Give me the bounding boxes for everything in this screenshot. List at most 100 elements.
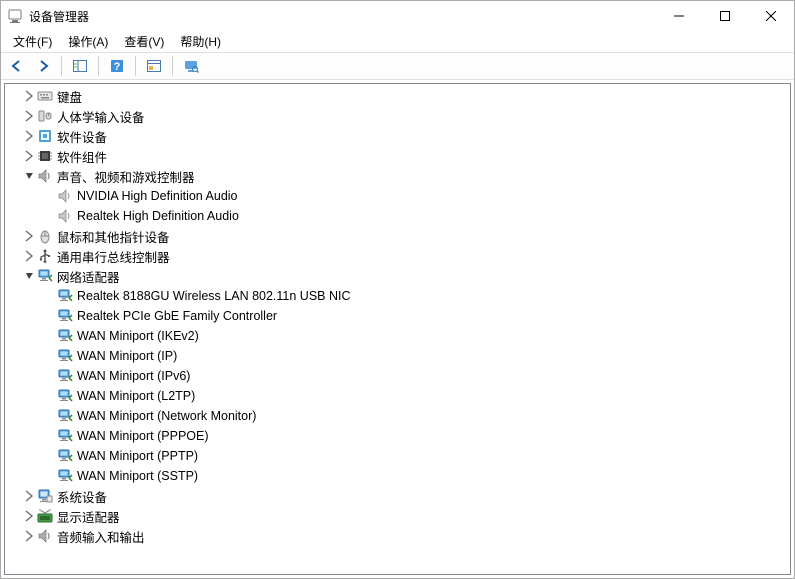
tree-node[interactable]: WAN Miniport (PPPOE) [5, 426, 790, 446]
tree-node[interactable]: NVIDIA High Definition Audio [5, 186, 790, 206]
tree-node[interactable]: 通用串行总线控制器 [5, 246, 790, 266]
expander-closed-icon[interactable] [23, 129, 37, 143]
network-icon [57, 468, 73, 484]
tree-node-label: 声音、视频和游戏控制器 [57, 167, 195, 186]
expander-closed-icon[interactable] [23, 249, 37, 263]
tree-node[interactable]: 鼠标和其他指针设备 [5, 226, 790, 246]
tree-node-label: Realtek PCIe GbE Family Controller [77, 309, 277, 323]
network-icon [57, 308, 73, 324]
toolbar-separator [172, 56, 173, 76]
menu-view[interactable]: 查看(V) [116, 31, 172, 52]
network-icon [57, 368, 73, 384]
tree-node-label: WAN Miniport (PPPOE) [77, 429, 209, 443]
expander-open-icon[interactable] [23, 169, 37, 183]
window-title: 设备管理器 [29, 8, 656, 25]
tree-node[interactable]: 人体学输入设备 [5, 106, 790, 126]
toolbar-separator [61, 56, 62, 76]
network-icon [57, 328, 73, 344]
tree-node[interactable]: 软件设备 [5, 126, 790, 146]
system-icon [37, 488, 53, 504]
toolbar-separator [135, 56, 136, 76]
device-tree[interactable]: 键盘人体学输入设备软件设备软件组件声音、视频和游戏控制器 NVIDIA High … [5, 84, 790, 574]
tree-node-label: 网络适配器 [57, 267, 120, 286]
tree-node[interactable]: 系统设备 [5, 486, 790, 506]
expander-closed-icon[interactable] [23, 109, 37, 123]
tree-node[interactable]: 显示适配器 [5, 506, 790, 526]
audio-io-icon [37, 528, 53, 544]
menu-help[interactable]: 帮助(H) [172, 31, 229, 52]
properties-button[interactable] [142, 55, 166, 77]
tree-node[interactable]: WAN Miniport (L2TP) [5, 386, 790, 406]
tree-node-label: WAN Miniport (IKEv2) [77, 329, 199, 343]
network-icon [57, 288, 73, 304]
network-icon [57, 388, 73, 404]
tree-node-label: Realtek High Definition Audio [77, 209, 239, 223]
tree-node[interactable]: 音频输入和输出 [5, 526, 790, 546]
show-hide-tree-button[interactable] [68, 55, 92, 77]
expander-closed-icon[interactable] [23, 229, 37, 243]
menu-action[interactable]: 操作(A) [60, 31, 116, 52]
tree-node[interactable]: 软件组件 [5, 146, 790, 166]
minimize-button[interactable] [656, 1, 702, 31]
component-icon [37, 148, 53, 164]
toolbar: ? [1, 52, 794, 80]
tree-node-label: WAN Miniport (PPTP) [77, 449, 198, 463]
software-icon [37, 128, 53, 144]
hid-icon [37, 108, 53, 124]
tree-node[interactable]: WAN Miniport (IP) [5, 346, 790, 366]
close-button[interactable] [748, 1, 794, 31]
tree-node[interactable]: Realtek High Definition Audio [5, 206, 790, 226]
network-icon [57, 348, 73, 364]
network-icon [37, 268, 53, 284]
tree-node-label: 音频输入和输出 [57, 527, 145, 546]
tree-node[interactable]: WAN Miniport (IKEv2) [5, 326, 790, 346]
tree-node[interactable]: 网络适配器 [5, 266, 790, 286]
window-controls [656, 1, 794, 31]
content-area: 键盘人体学输入设备软件设备软件组件声音、视频和游戏控制器 NVIDIA High … [4, 83, 791, 575]
toolbar-separator [98, 56, 99, 76]
titlebar: 设备管理器 [1, 1, 794, 31]
speaker-icon [57, 208, 73, 224]
tree-node-label: WAN Miniport (IPv6) [77, 369, 190, 383]
tree-node[interactable]: Realtek PCIe GbE Family Controller [5, 306, 790, 326]
tree-node-label: 软件设备 [57, 127, 107, 146]
tree-node-label: 软件组件 [57, 147, 107, 166]
menu-file[interactable]: 文件(F) [5, 31, 60, 52]
mouse-icon [37, 228, 53, 244]
tree-node-label: 通用串行总线控制器 [57, 247, 170, 266]
expander-closed-icon[interactable] [23, 529, 37, 543]
app-icon [7, 8, 23, 24]
help-button[interactable]: ? [105, 55, 129, 77]
tree-node[interactable]: 声音、视频和游戏控制器 [5, 166, 790, 186]
expander-closed-icon[interactable] [23, 509, 37, 523]
expander-closed-icon[interactable] [23, 489, 37, 503]
tree-node[interactable]: 键盘 [5, 86, 790, 106]
tree-node-label: 人体学输入设备 [57, 107, 145, 126]
tree-node[interactable]: WAN Miniport (PPTP) [5, 446, 790, 466]
audio-icon [37, 168, 53, 184]
tree-node[interactable]: WAN Miniport (SSTP) [5, 466, 790, 486]
tree-node-label: 系统设备 [57, 487, 107, 506]
menubar: 文件(F) 操作(A) 查看(V) 帮助(H) [1, 31, 794, 52]
tree-node-label: NVIDIA High Definition Audio [77, 189, 238, 203]
expander-closed-icon[interactable] [23, 149, 37, 163]
maximize-button[interactable] [702, 1, 748, 31]
keyboard-icon [37, 88, 53, 104]
scan-hardware-button[interactable] [179, 55, 203, 77]
forward-button[interactable] [31, 55, 55, 77]
window: 设备管理器 文件(F) 操作(A) 查看(V) 帮助(H) [0, 0, 795, 579]
network-icon [57, 448, 73, 464]
tree-node-label: WAN Miniport (SSTP) [77, 469, 198, 483]
usb-icon [37, 248, 53, 264]
tree-node-label: WAN Miniport (L2TP) [77, 389, 195, 403]
tree-node-label: Realtek 8188GU Wireless LAN 802.11n USB … [77, 289, 351, 303]
display-icon [37, 508, 53, 524]
expander-closed-icon[interactable] [23, 89, 37, 103]
svg-text:?: ? [114, 61, 121, 73]
expander-open-icon[interactable] [23, 269, 37, 283]
tree-node[interactable]: WAN Miniport (Network Monitor) [5, 406, 790, 426]
tree-node[interactable]: WAN Miniport (IPv6) [5, 366, 790, 386]
back-button[interactable] [5, 55, 29, 77]
tree-node[interactable]: Realtek 8188GU Wireless LAN 802.11n USB … [5, 286, 790, 306]
tree-node-label: 键盘 [57, 87, 82, 106]
